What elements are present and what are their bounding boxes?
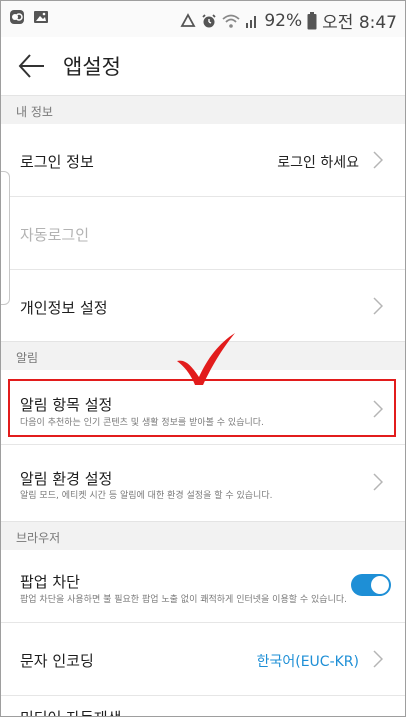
settings-row-login-info[interactable]: 로그인 정보 로그인 하세요	[1, 124, 405, 197]
app-settings-screen: 92% 오전 8:47 앱설정 내 정보 로그인 정보 로그인 하세요 자동로그…	[0, 0, 406, 717]
section-header-my-info: 내 정보	[1, 95, 405, 125]
wifi-icon	[222, 13, 240, 29]
popup-block-toggle[interactable]	[351, 574, 391, 596]
settings-row-alert-env[interactable]: 알림 환경 설정 알림 모드, 에티켓 시간 등 알림에 대한 환경 설정을 할…	[1, 445, 405, 522]
status-bar: 92% 오전 8:47	[1, 1, 405, 37]
recycle-icon	[180, 12, 196, 29]
battery-icon	[307, 11, 317, 30]
settings-row-auto-login: 자동로그인	[1, 197, 405, 270]
toggle-knob	[371, 576, 389, 594]
battery-percent: 92%	[264, 10, 303, 31]
settings-row-popup-block[interactable]: 팝업 차단 팝업 차단을 사용하면 불 필요한 팝업 노출 없이 쾌적하게 인터…	[1, 550, 405, 623]
settings-row-media-autoplay[interactable]: 미디어 자동재생	[1, 696, 405, 716]
chevron-right-icon	[373, 151, 383, 169]
scroll-handle[interactable]	[1, 171, 10, 305]
section-header-label: 알림	[16, 351, 39, 365]
page-title: 앱설정	[63, 55, 121, 79]
chevron-right-icon	[373, 297, 383, 315]
section-header-label: 내 정보	[16, 105, 53, 119]
back-button[interactable]	[17, 51, 47, 81]
alert-env-description: 알림 모드, 에티켓 시간 등 알림에 대한 환경 설정을 할 수 있습니다.	[20, 491, 273, 501]
alert-env-label: 알림 환경 설정	[20, 470, 113, 488]
media-autoplay-label: 미디어 자동재생	[20, 707, 121, 716]
login-info-label: 로그인 정보	[20, 153, 94, 171]
chevron-right-icon	[373, 473, 383, 491]
encoding-label: 문자 인코딩	[20, 652, 94, 670]
popup-block-description: 팝업 차단을 사용하면 불 필요한 팝업 노출 없이 쾌적하게 인터넷을 이용할…	[20, 595, 347, 605]
auto-login-label: 자동로그인	[20, 226, 90, 244]
red-checkmark-icon	[177, 333, 235, 385]
highlight-box	[8, 379, 396, 437]
clock: 오전 8:47	[322, 13, 397, 33]
app-bar: 앱설정	[1, 37, 405, 95]
privacy-label: 개인정보 설정	[20, 299, 108, 317]
section-header-browser: 브라우저	[1, 521, 405, 551]
chevron-right-icon	[373, 650, 383, 668]
popup-block-label: 팝업 차단	[20, 573, 80, 591]
encoding-value: 한국어(EUC-KR)	[256, 654, 359, 670]
image-notification-icon	[33, 9, 49, 25]
login-info-value: 로그인 하세요	[277, 155, 359, 171]
section-header-label: 브라우저	[16, 531, 61, 545]
settings-row-encoding[interactable]: 문자 인코딩 한국어(EUC-KR)	[1, 623, 405, 696]
app-notification-icon	[9, 9, 25, 25]
signal-icon	[245, 13, 259, 29]
arrow-left-icon	[18, 54, 44, 78]
alarm-icon	[201, 13, 217, 29]
